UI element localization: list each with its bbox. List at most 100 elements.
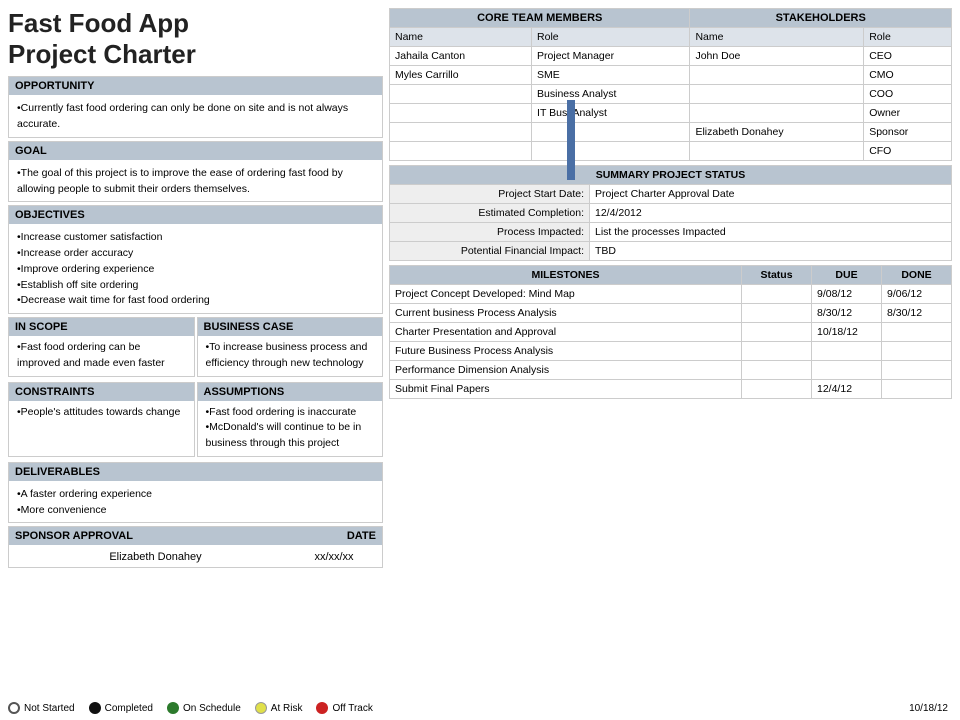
milestone-row: Future Business Process Analysis	[390, 342, 952, 361]
core-name-4	[390, 104, 532, 123]
stake-name-5: Elizabeth Donahey	[690, 123, 864, 142]
core-role-4: IT Bus. Analyst	[532, 104, 690, 123]
core-name-1: Jahaila Canton	[390, 47, 532, 66]
on-schedule-label: On Schedule	[183, 703, 241, 714]
summary-status-table: SUMMARY PROJECT STATUS Project Start Dat…	[389, 165, 952, 261]
assumptions-section: ASSUMPTIONS •Fast food ordering is inacc…	[197, 382, 384, 457]
at-risk-icon	[255, 702, 267, 714]
constraints-assumptions-row: CONSTRAINTS •People's attitudes towards …	[8, 382, 383, 460]
not-started-label: Not Started	[24, 703, 75, 714]
sponsor-name: Elizabeth Donahey	[17, 551, 294, 563]
off-track-label: Off Track	[332, 703, 372, 714]
business-case-content: •To increase business process and effici…	[198, 336, 383, 376]
milestones-col-header: MILESTONES	[390, 266, 742, 285]
milestone-row: Submit Final Papers 12/4/12	[390, 380, 952, 399]
scope-business-row: IN SCOPE •Fast food ordering can be impr…	[8, 317, 383, 380]
core-team-role-col: Role	[532, 28, 690, 47]
milestone-name-1: Project Concept Developed: Mind Map	[390, 285, 742, 304]
completed-icon	[89, 702, 101, 714]
not-started-icon	[8, 702, 20, 714]
in-scope-header: IN SCOPE	[9, 318, 194, 336]
core-name-5	[390, 123, 532, 142]
at-risk-label: At Risk	[271, 703, 303, 714]
milestone-due-3: 10/18/12	[812, 323, 882, 342]
status-value-3: List the processes Impacted	[590, 223, 952, 242]
status-label-4: Potential Financial Impact:	[390, 242, 590, 261]
stakeholders-role-col: Role	[864, 28, 952, 47]
milestone-status-1	[742, 285, 812, 304]
in-scope-content: •Fast food ordering can be improved and …	[9, 336, 194, 376]
milestone-row: Charter Presentation and Approval 10/18/…	[390, 323, 952, 342]
milestone-due-4	[812, 342, 882, 361]
status-label-3: Process Impacted:	[390, 223, 590, 242]
opportunity-section: OPPORTUNITY •Currently fast food orderin…	[8, 76, 383, 138]
table-row: IT Bus. Analyst Owner	[390, 104, 952, 123]
milestone-name-6: Submit Final Papers	[390, 380, 742, 399]
milestone-due-5	[812, 361, 882, 380]
milestone-status-3	[742, 323, 812, 342]
milestone-status-6	[742, 380, 812, 399]
core-name-6	[390, 142, 532, 161]
stake-name-1: John Doe	[690, 47, 864, 66]
table-row: CFO	[390, 142, 952, 161]
table-row: Estimated Completion: 12/4/2012	[390, 204, 952, 223]
business-case-section: BUSINESS CASE •To increase business proc…	[197, 317, 384, 377]
table-row: Jahaila Canton Project Manager John Doe …	[390, 47, 952, 66]
milestone-status-5	[742, 361, 812, 380]
milestone-name-3: Charter Presentation and Approval	[390, 323, 742, 342]
constraints-section: CONSTRAINTS •People's attitudes towards …	[8, 382, 195, 457]
core-role-3: Business Analyst	[532, 85, 690, 104]
table-row: Elizabeth Donahey Sponsor	[390, 123, 952, 142]
table-row: Potential Financial Impact: TBD	[390, 242, 952, 261]
milestone-done-2: 8/30/12	[882, 304, 952, 323]
stake-role-3: COO	[864, 85, 952, 104]
objectives-header: OBJECTIVES	[9, 206, 382, 224]
assumptions-header: ASSUMPTIONS	[198, 383, 383, 401]
core-team-name-col: Name	[390, 28, 532, 47]
core-team-header: CORE TEAM MEMBERS	[390, 9, 690, 28]
legend-area: Not Started Completed On Schedule At Ris…	[8, 702, 373, 714]
milestone-name-4: Future Business Process Analysis	[390, 342, 742, 361]
milestone-done-5	[882, 361, 952, 380]
milestone-due-6: 12/4/12	[812, 380, 882, 399]
legend-off-track: Off Track	[316, 702, 372, 714]
milestone-status-4	[742, 342, 812, 361]
stake-role-2: CMO	[864, 66, 952, 85]
milestone-name-5: Performance Dimension Analysis	[390, 361, 742, 380]
status-label-2: Estimated Completion:	[390, 204, 590, 223]
in-scope-section: IN SCOPE •Fast food ordering can be impr…	[8, 317, 195, 377]
milestone-row: Performance Dimension Analysis	[390, 361, 952, 380]
status-value-2: 12/4/2012	[590, 204, 952, 223]
milestone-status-2	[742, 304, 812, 323]
table-row: Process Impacted: List the processes Imp…	[390, 223, 952, 242]
legend-not-started: Not Started	[8, 702, 75, 714]
core-role-1: Project Manager	[532, 47, 690, 66]
sponsor-header-row: SPONSOR APPROVAL DATE	[9, 527, 382, 547]
constraints-header: CONSTRAINTS	[9, 383, 194, 401]
deliverables-header: DELIVERABLES	[9, 463, 382, 481]
sponsor-approval-header: SPONSOR APPROVAL	[9, 527, 302, 545]
milestone-name-2: Current business Process Analysis	[390, 304, 742, 323]
sponsor-content-row: Elizabeth Donahey xx/xx/xx	[9, 547, 382, 567]
objectives-content: •Increase customer satisfaction •Increas…	[9, 226, 382, 313]
milestone-done-6	[882, 380, 952, 399]
milestone-row: Current business Process Analysis 8/30/1…	[390, 304, 952, 323]
opportunity-header: OPPORTUNITY	[9, 77, 382, 95]
table-row: Myles Carrillo SME CMO	[390, 66, 952, 85]
sponsor-section: SPONSOR APPROVAL DATE Elizabeth Donahey …	[8, 526, 383, 568]
assumptions-content: •Fast food ordering is inaccurate •McDon…	[198, 401, 383, 456]
stakeholders-header: STAKEHOLDERS	[690, 9, 952, 28]
goal-section: GOAL •The goal of this project is to imp…	[8, 141, 383, 203]
stakeholders-name-col: Name	[690, 28, 864, 47]
goal-header: GOAL	[9, 142, 382, 160]
left-column: Fast Food App Project Charter OPPORTUNIT…	[8, 8, 383, 712]
milestone-done-1: 9/06/12	[882, 285, 952, 304]
opportunity-content: •Currently fast food ordering can only b…	[9, 97, 382, 137]
stake-role-6: CFO	[864, 142, 952, 161]
date-header: DATE	[302, 527, 382, 545]
right-column: CORE TEAM MEMBERS STAKEHOLDERS Name Role…	[389, 8, 952, 712]
stake-name-4	[690, 104, 864, 123]
stake-name-2	[690, 66, 864, 85]
milestones-due-col: DUE	[812, 266, 882, 285]
milestone-due-2: 8/30/12	[812, 304, 882, 323]
